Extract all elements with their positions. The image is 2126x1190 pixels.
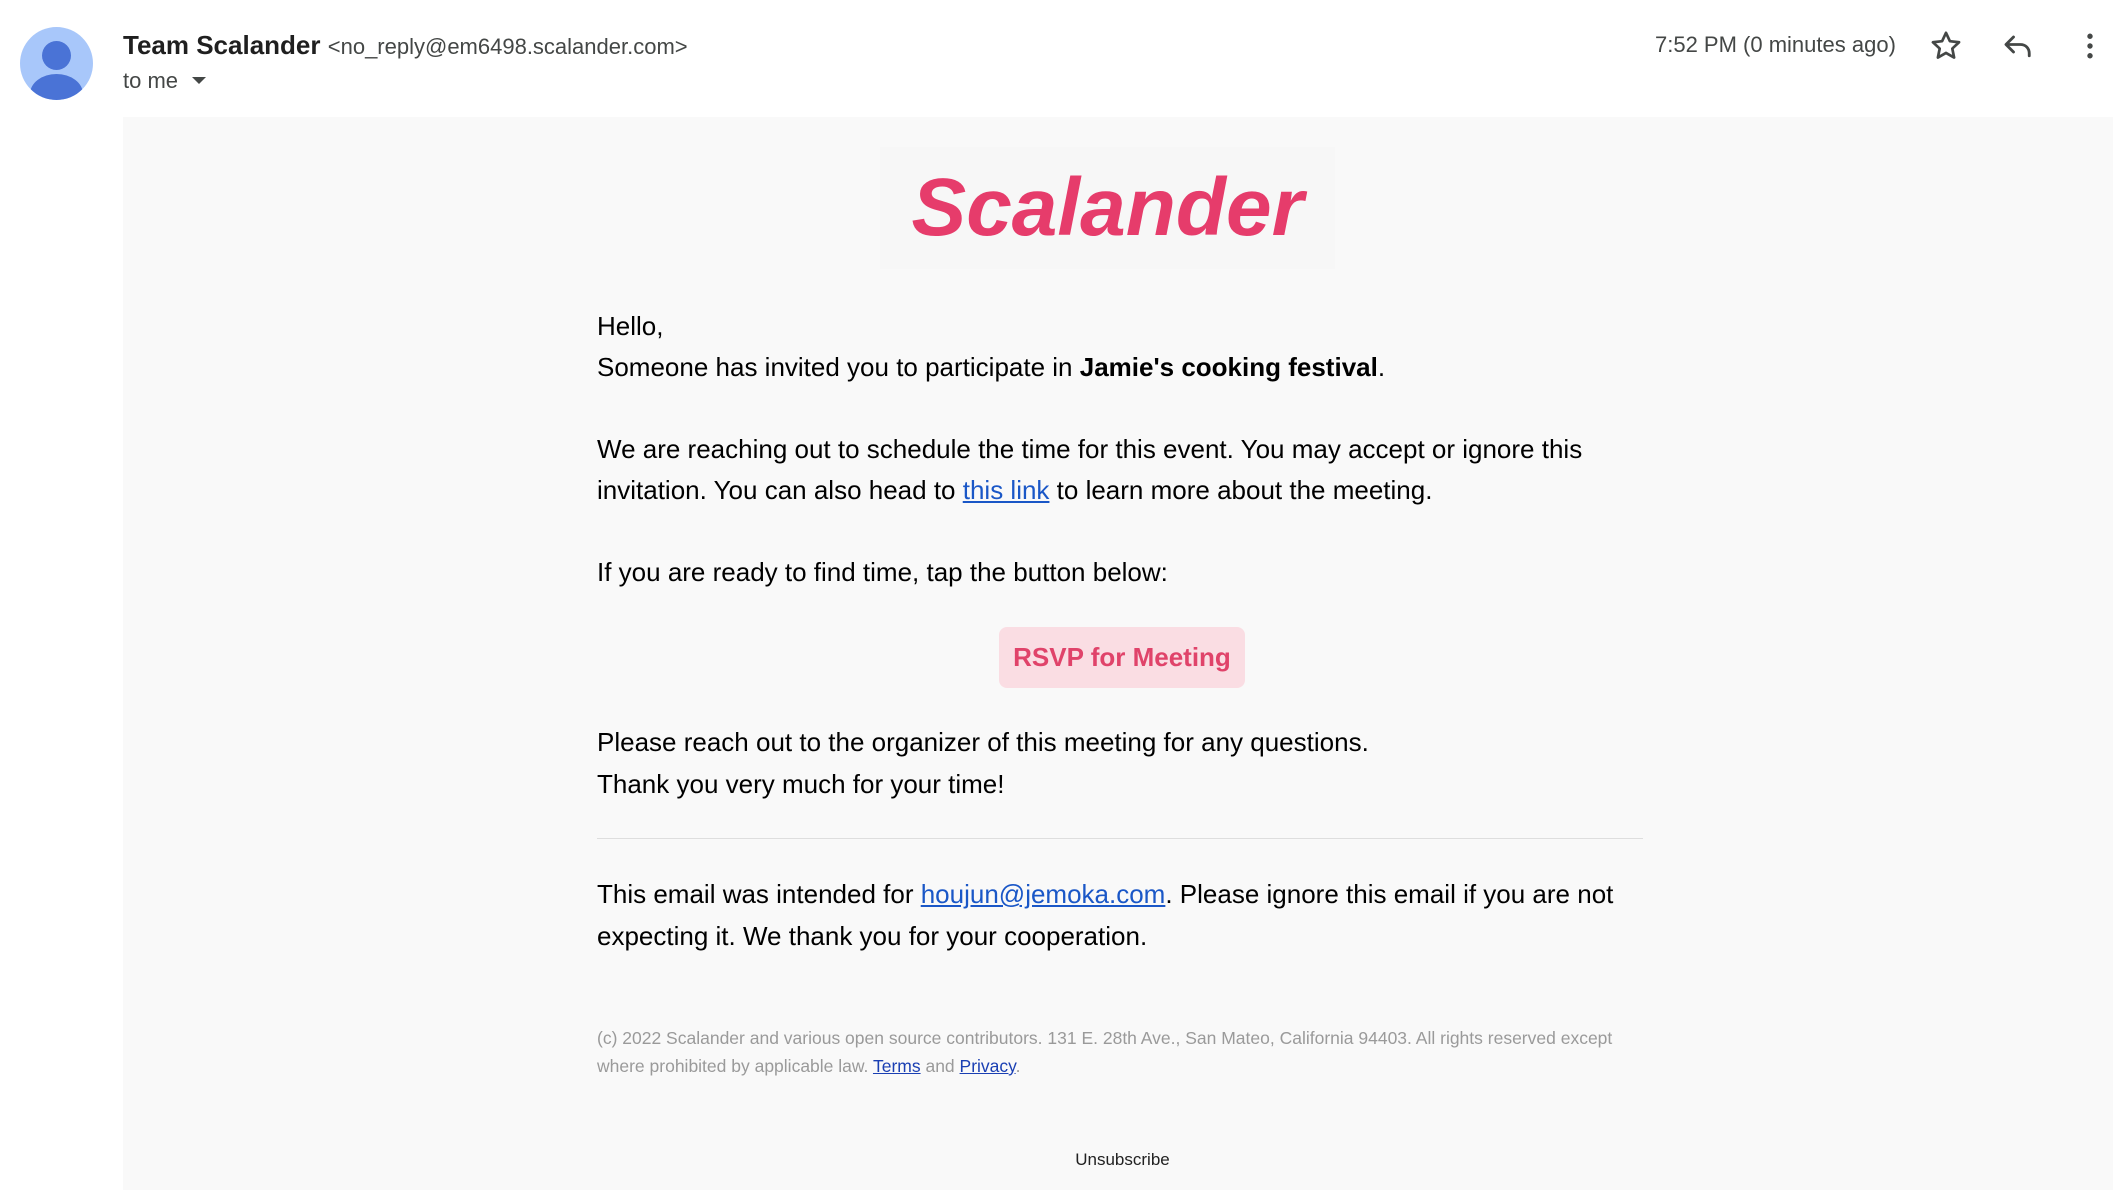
caret-down-icon[interactable] xyxy=(192,76,207,84)
invite-line: Someone has invited you to participate i… xyxy=(597,347,1647,388)
and-text: and xyxy=(920,1056,960,1076)
rsvp-button[interactable]: RSVP for Meeting xyxy=(999,627,1245,688)
this-link[interactable]: this link xyxy=(963,475,1050,505)
intended-prefix: This email was intended for xyxy=(597,879,921,909)
schedule-paragraph: We are reaching out to schedule the time… xyxy=(597,429,1647,511)
timestamp: 7:52 PM (0 minutes ago) xyxy=(1655,32,1896,57)
divider xyxy=(597,838,1643,839)
privacy-link[interactable]: Privacy xyxy=(960,1056,1016,1076)
sender-name[interactable]: Team Scalander xyxy=(123,30,321,60)
greeting: Hello, xyxy=(597,311,664,341)
email-view: Team Scalander <no_reply@em6498.scalande… xyxy=(0,0,2126,1190)
event-name: Jamie's cooking festival xyxy=(1079,352,1378,382)
rsvp-container: RSVP for Meeting xyxy=(999,627,1245,688)
schedule-suffix: to learn more about the meeting. xyxy=(1049,475,1433,505)
unsubscribe-link[interactable]: Unsubscribe xyxy=(1000,1148,1245,1172)
email-closing: Please reach out to the organizer of thi… xyxy=(597,721,1647,805)
intended-paragraph: This email was intended for houjun@jemok… xyxy=(597,873,1647,957)
avatar-icon[interactable] xyxy=(20,27,93,100)
more-vert-icon[interactable] xyxy=(2072,28,2108,64)
reach-out-text: Please reach out to the organizer of thi… xyxy=(597,727,1369,757)
legal-end: . xyxy=(1015,1056,1021,1076)
recipient-email-link[interactable]: houjun@jemoka.com xyxy=(921,879,1166,909)
star-icon[interactable] xyxy=(1928,28,1964,64)
legal-footer: (c) 2022 Scalander and various open sour… xyxy=(597,1024,1657,1080)
terms-link[interactable]: Terms xyxy=(873,1056,921,1076)
avatar-body xyxy=(30,74,83,100)
invite-suffix: . xyxy=(1377,352,1386,382)
legal-text: (c) 2022 Scalander and various open sour… xyxy=(597,1028,1613,1076)
brand-logo: Scalander xyxy=(911,162,1304,253)
avatar-head xyxy=(42,41,71,70)
logo-container: Scalander xyxy=(880,147,1335,269)
reply-icon[interactable] xyxy=(2000,28,2036,64)
invite-prefix: Someone has invited you to participate i… xyxy=(597,352,1080,382)
sender-line: Team Scalander <no_reply@em6498.scalande… xyxy=(123,28,688,64)
ready-text: If you are ready to find time, tap the b… xyxy=(597,557,1168,587)
email-intro: Hello, Someone has invited you to partic… xyxy=(597,306,1647,593)
sender-email: <no_reply@em6498.scalander.com> xyxy=(327,34,688,59)
recipients-toggle[interactable]: to me xyxy=(123,66,207,96)
thanks-text: Thank you very much for your time! xyxy=(597,769,1005,799)
to-label: to me xyxy=(123,68,179,93)
